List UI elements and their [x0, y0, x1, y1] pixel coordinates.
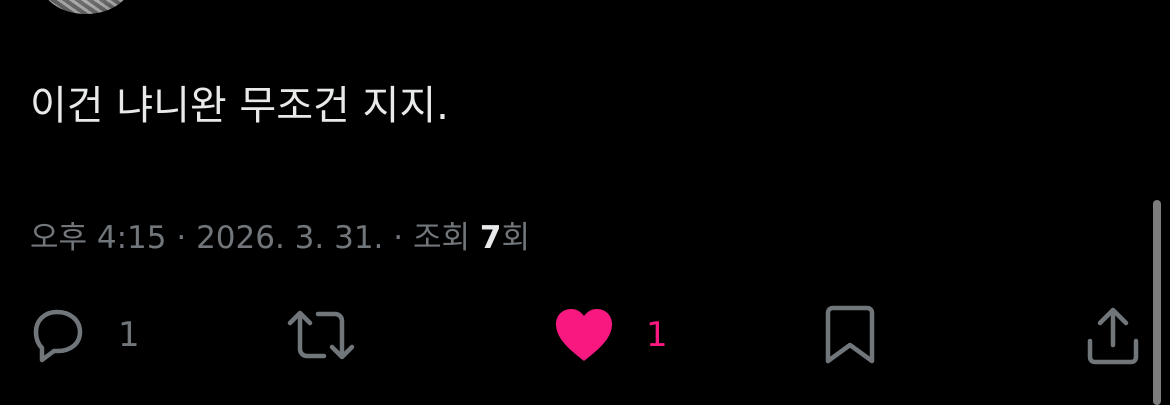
meta-separator: ·	[383, 220, 413, 256]
avatar[interactable]	[40, 0, 132, 14]
reply-icon	[28, 305, 88, 365]
retweet-icon	[286, 305, 356, 365]
tweet-date: 2026. 3. 31.	[196, 220, 384, 256]
bookmark-button[interactable]	[822, 302, 878, 368]
like-count: 1	[646, 315, 668, 355]
tweet-text: 이건 냐니완 무조건 지지.	[30, 83, 449, 129]
reply-count: 1	[118, 315, 140, 355]
share-button[interactable]	[1084, 302, 1142, 368]
tweet-meta: 오후 4:15 · 2026. 3. 31. · 조회 7회	[30, 216, 530, 260]
scrollbar[interactable]	[1153, 200, 1161, 405]
retweet-button[interactable]	[286, 302, 356, 368]
reply-button[interactable]: 1	[28, 302, 140, 368]
share-icon	[1084, 305, 1142, 365]
tweet-time: 오후 4:15	[30, 220, 167, 256]
views-count: 7	[479, 220, 502, 256]
action-bar: 1 1	[0, 302, 1170, 368]
bookmark-icon	[822, 305, 878, 365]
heart-icon	[552, 305, 616, 365]
meta-separator: ·	[166, 220, 197, 256]
views-suffix: 회	[501, 220, 530, 256]
like-button[interactable]: 1	[552, 302, 668, 368]
views-prefix: 조회	[412, 220, 480, 256]
